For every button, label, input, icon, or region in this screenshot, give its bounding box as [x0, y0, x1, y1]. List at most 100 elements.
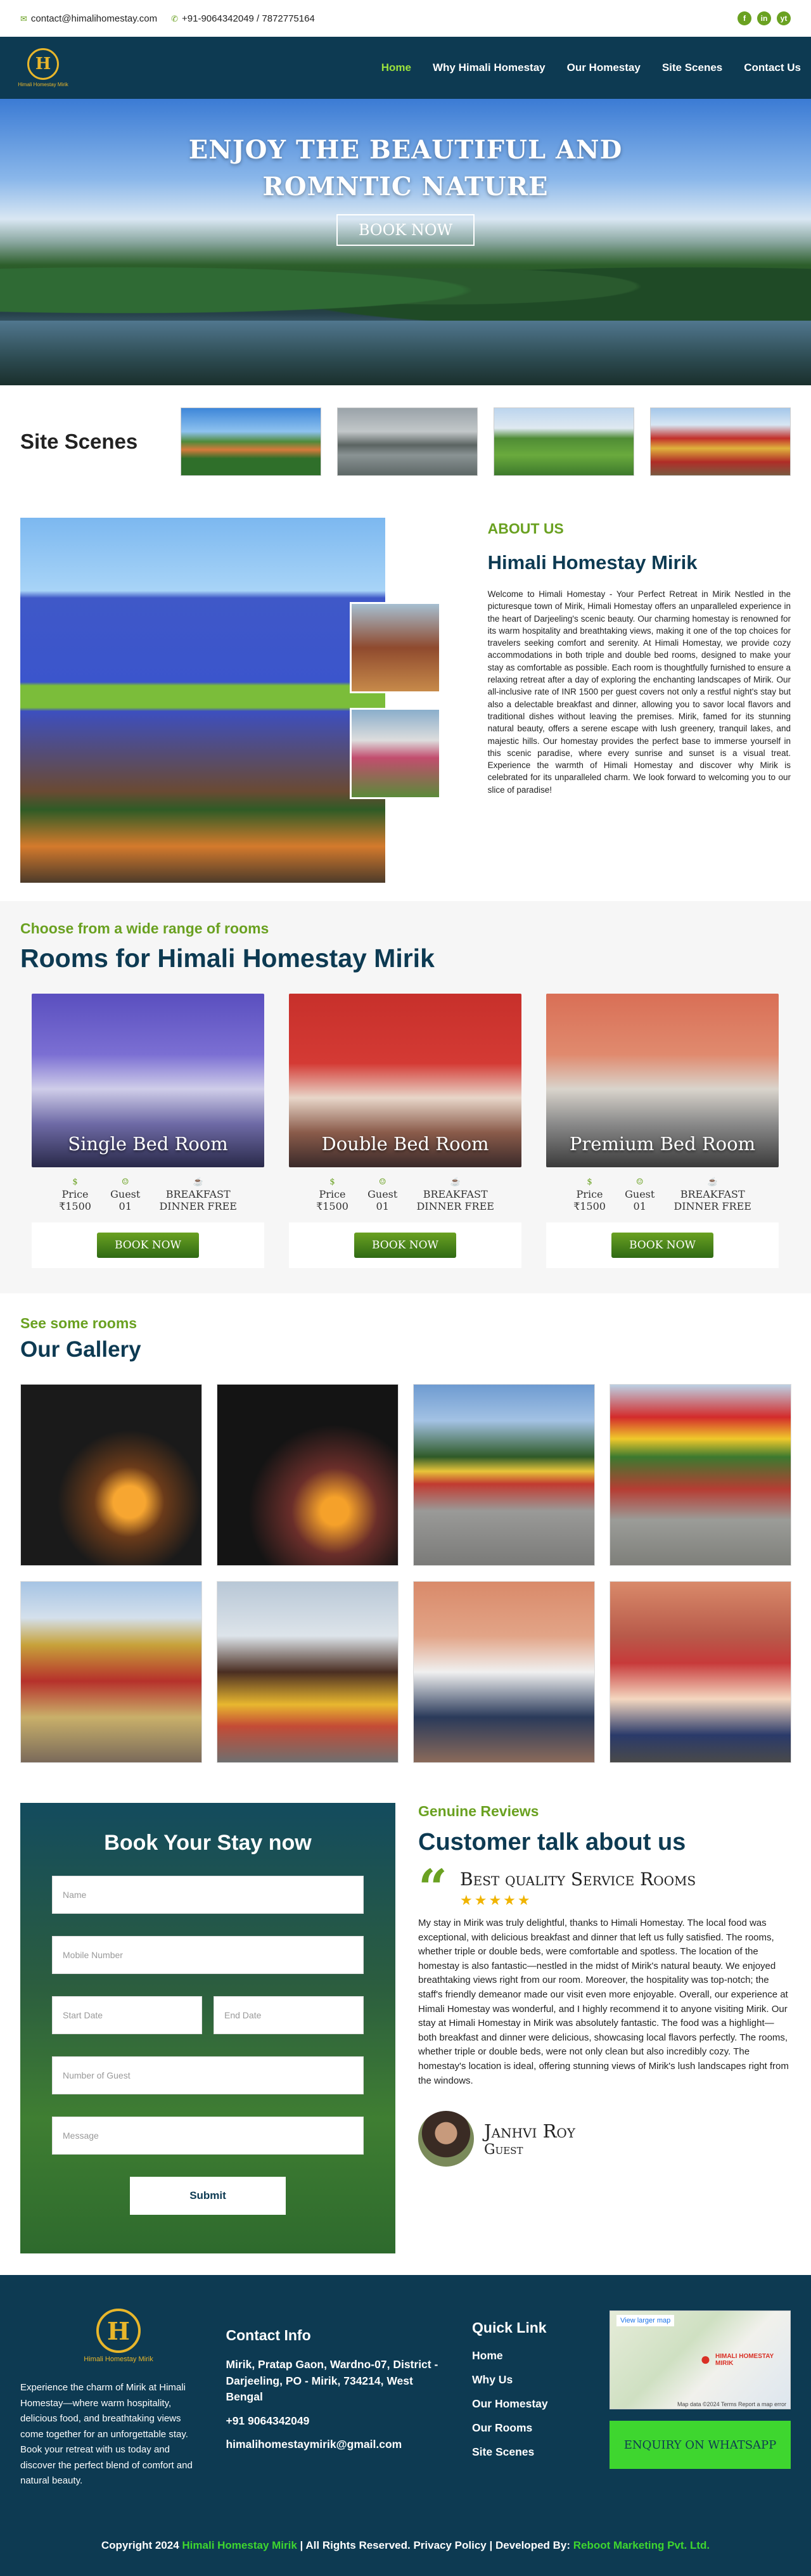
- room-book-now-button[interactable]: BOOK NOW: [354, 1233, 457, 1258]
- hero-book-now-button[interactable]: BOOK NOW: [336, 214, 475, 246]
- logo-mark: H: [96, 2309, 141, 2353]
- booking-title: Book Your Stay now: [104, 1831, 312, 1855]
- nav-item-why-himali[interactable]: Why Himali Homestay: [433, 61, 546, 74]
- contact-title: Contact Info: [226, 2327, 311, 2343]
- gallery-section: See some rooms Our Gallery: [0, 1293, 811, 1763]
- room-book-now-button[interactable]: BOOK NOW: [611, 1233, 714, 1258]
- nav-item-contact[interactable]: Contact Us: [744, 61, 801, 74]
- start-date-field[interactable]: Start Date: [52, 1996, 202, 2034]
- email-contact[interactable]: ✉ contact@himalihomestay.com: [20, 13, 157, 24]
- room-photo: Double Bed Room: [289, 994, 521, 1167]
- name-field[interactable]: Name: [52, 1876, 364, 1914]
- gallery-title: Our Gallery: [20, 1337, 141, 1362]
- scene-thumb[interactable]: [337, 407, 478, 476]
- homestay-thumb-photo: [350, 708, 441, 799]
- gallery-image[interactable]: [413, 1581, 595, 1763]
- room-book-now-button[interactable]: BOOK NOW: [96, 1233, 200, 1258]
- hero-title: Enjoy the beautiful and romntic nature: [188, 135, 623, 202]
- homestay-thumb-photo: [350, 602, 441, 693]
- top-bar: ✉ contact@himalihomestay.com ✆ +91-9064342…: [0, 0, 811, 37]
- gallery-image[interactable]: [20, 1384, 202, 1566]
- footer-logo[interactable]: H Himali Homestay Mirik: [71, 2298, 166, 2374]
- guest-icon: ☺: [635, 1177, 644, 1187]
- gallery-label: See some rooms: [20, 1315, 137, 1331]
- price-icon: $: [72, 1177, 78, 1187]
- facebook-icon[interactable]: f: [738, 11, 751, 25]
- rooms-section: Choose from a wide range of rooms Rooms …: [0, 901, 811, 1293]
- footer-about: Experience the charm of Mirik at Himali …: [20, 2382, 193, 2486]
- review-heading: Best quality Service Rooms: [460, 1869, 696, 1890]
- scene-thumb[interactable]: [181, 407, 321, 476]
- footer-link-our-homestay[interactable]: Our Homestay: [472, 2397, 610, 2411]
- about-title: Himali Homestay Mirik: [487, 551, 698, 574]
- map-pin-icon: ●: [700, 2349, 711, 2369]
- about-section: ABOUT US Himali Homestay Mirik Welcome t…: [0, 498, 811, 883]
- view-larger-map-link[interactable]: View larger map: [616, 2315, 675, 2326]
- room-card: Single Bed Room $ Price ₹1500 ☺ Guest 01 ☕ Br…: [32, 994, 264, 1268]
- rooms-title: Rooms for Himali Homestay Mirik: [20, 944, 435, 973]
- main-navbar: H Himali Homestay Mirik Home Why Himali …: [0, 37, 811, 99]
- room-name: Single Bed Room: [68, 1133, 228, 1155]
- nav-item-our-homestay[interactable]: Our Homestay: [567, 61, 641, 74]
- footer-email[interactable]: himalihomestaymirik@gmail.com: [226, 2437, 453, 2453]
- reviews-label: Genuine Reviews: [418, 1803, 539, 1819]
- submit-button[interactable]: Submit: [130, 2177, 286, 2215]
- gallery-image[interactable]: [610, 1581, 791, 1763]
- footer-phone[interactable]: +91 9064342049: [226, 2413, 453, 2430]
- footer-address: Mirik, Pratap Gaon, Wardno-07, District …: [226, 2358, 438, 2403]
- brand-link[interactable]: Himali Homestay Mirik: [182, 2539, 297, 2551]
- mobile-field[interactable]: Mobile Number: [52, 1936, 364, 1974]
- end-date-field[interactable]: End Date: [214, 1996, 364, 2034]
- gallery-image[interactable]: [20, 1581, 202, 1763]
- instagram-icon[interactable]: in: [757, 11, 771, 25]
- youtube-icon[interactable]: yt: [777, 11, 791, 25]
- developer-link[interactable]: Reboot Marketing Pvt. Ltd.: [573, 2539, 710, 2551]
- site-footer: H Himali Homestay Mirik Experience the c…: [0, 2275, 811, 2576]
- scene-thumb[interactable]: [650, 407, 791, 476]
- footer-link-site-scenes[interactable]: Site Scenes: [472, 2445, 610, 2459]
- review-author: Janhvi Roy Guest: [418, 2111, 791, 2167]
- room-name: Double Bed Room: [321, 1133, 489, 1155]
- mail-icon: ✉: [20, 13, 27, 23]
- copyright: Copyright 2024 Himali Homestay Mirik | A…: [101, 2539, 710, 2551]
- room-name: Premium Bed Room: [569, 1133, 756, 1155]
- whatsapp-enquiry-button[interactable]: ENQUIRY ON WHATSAPP: [610, 2421, 791, 2469]
- hero-banner: Enjoy the beautiful and romntic nature BO…: [0, 99, 811, 385]
- scene-thumb[interactable]: [494, 407, 634, 476]
- meal-icon: ☕: [193, 1177, 203, 1187]
- guest-icon: ☺: [378, 1177, 386, 1187]
- map-footer: Map data ©2024 Terms Report a map error: [677, 2401, 786, 2407]
- booking-reviews-section: Book Your Stay now Name Mobile Number St…: [0, 1763, 811, 2253]
- star-rating: ★★★★★: [460, 1892, 532, 1908]
- booking-form: Book Your Stay now Name Mobile Number St…: [20, 1803, 395, 2253]
- nav-item-home[interactable]: Home: [381, 61, 411, 74]
- site-scenes-title: Site Scenes: [20, 430, 138, 453]
- author-name: Janhvi Roy: [484, 2120, 576, 2142]
- hero-hills: [0, 245, 811, 321]
- price-icon: $: [329, 1177, 335, 1187]
- about-label: ABOUT US: [487, 520, 564, 537]
- quote-icon: “: [418, 1858, 448, 1918]
- footer-link-why-us[interactable]: Why Us: [472, 2373, 610, 2387]
- guests-field[interactable]: Number of Guest: [52, 2056, 364, 2094]
- site-logo[interactable]: H Himali Homestay Mirik: [18, 48, 68, 87]
- logo-text: Himali Homestay Mirik: [18, 82, 68, 87]
- footer-link-home[interactable]: Home: [472, 2349, 610, 2362]
- reviews-title: Customer talk about us: [418, 1829, 686, 1855]
- room-photo: Single Bed Room: [32, 994, 264, 1167]
- footer-link-our-rooms[interactable]: Our Rooms: [472, 2421, 610, 2435]
- phone-contact[interactable]: ✆ +91-9064342049 / 7872775164: [171, 13, 315, 24]
- nav-item-site-scenes[interactable]: Site Scenes: [662, 61, 722, 74]
- homestay-main-photo: [20, 518, 385, 883]
- message-field[interactable]: Message: [52, 2117, 364, 2155]
- gallery-image[interactable]: [610, 1384, 791, 1566]
- room-card: Double Bed Room $ Price ₹1500 ☺ Guest 01 ☕ Br…: [289, 994, 521, 1268]
- logo-text: Himali Homestay Mirik: [84, 2355, 153, 2363]
- room-photo: Premium Bed Room: [546, 994, 779, 1167]
- meal-icon: ☕: [707, 1177, 718, 1187]
- gallery-image[interactable]: [217, 1384, 399, 1566]
- price-icon: $: [587, 1177, 592, 1187]
- gallery-image[interactable]: [413, 1384, 595, 1566]
- location-map[interactable]: View larger map ● HIMALI HOMESTAY MIRIK …: [610, 2310, 791, 2409]
- gallery-image[interactable]: [217, 1581, 399, 1763]
